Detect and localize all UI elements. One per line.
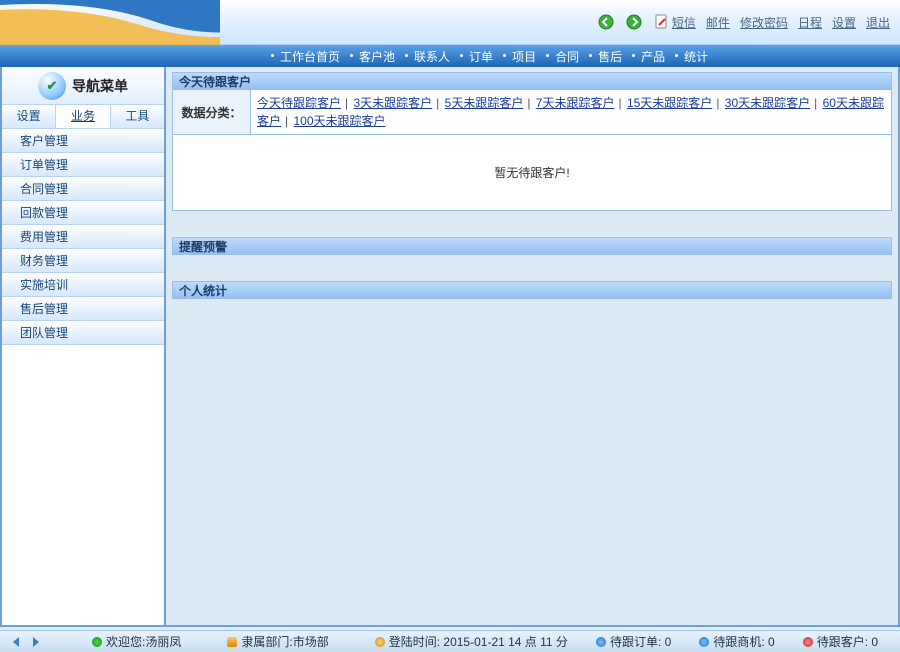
menu-projects[interactable]: 项目	[512, 48, 536, 65]
sidebar-item-training[interactable]: 实施培训	[2, 273, 164, 297]
top-icons	[598, 14, 670, 30]
status-bar: 欢迎您: 汤丽凤 隶属部门: 市场部 登陆时间: 2015-01-21 14 点…	[0, 630, 900, 652]
sidebar-item-team[interactable]: 团队管理	[2, 321, 164, 345]
filter-label: 数据分类：	[173, 90, 251, 134]
top-link-mail[interactable]: 邮件	[706, 14, 730, 31]
tab-business[interactable]: 业务	[56, 105, 110, 128]
app-icon: ✔	[38, 72, 66, 100]
login-time: 2015-01-21 14 点 11 分	[443, 633, 568, 650]
sidebar-list: 客户管理 订单管理 合同管理 回款管理 费用管理 财务管理 实施培训 售后管理 …	[2, 129, 164, 625]
history-arrows	[0, 635, 52, 649]
filter-100day[interactable]: 100天未跟踪客户	[293, 114, 385, 128]
sidebar-logo: ✔ 导航菜单	[2, 67, 164, 105]
history-forward-icon[interactable]	[28, 635, 42, 649]
menu-orders[interactable]: 订单	[469, 48, 493, 65]
menu-stats[interactable]: 统计	[684, 48, 708, 65]
sidebar-item-finance[interactable]: 财务管理	[2, 249, 164, 273]
sidebar-item-expense[interactable]: 费用管理	[2, 225, 164, 249]
nav-forward-icon[interactable]	[626, 14, 642, 30]
sidebar-item-order[interactable]: 订单管理	[2, 153, 164, 177]
filter-7day[interactable]: 7天未跟踪客户	[536, 96, 615, 110]
tab-tools[interactable]: 工具	[111, 105, 164, 128]
section-today-follow: 今天待跟客户	[172, 72, 892, 90]
sidebar-item-payment[interactable]: 回款管理	[2, 201, 164, 225]
menu-products[interactable]: 产品	[641, 48, 665, 65]
today-follow-empty: 暂无待跟客户!	[172, 135, 892, 211]
top-link-sms[interactable]: 短信	[672, 14, 696, 31]
pending-orders: 0	[665, 635, 672, 649]
section-personal-stats: 个人统计	[172, 281, 892, 299]
sidebar: ✔ 导航菜单 设置 业务 工具 客户管理 订单管理 合同管理 回款管理 费用管理…	[2, 67, 166, 625]
filter-today[interactable]: 今天待跟踪客户	[257, 96, 341, 110]
filter-30day[interactable]: 30天未跟踪客户	[725, 96, 810, 110]
filter-box: 数据分类： 今天待跟踪客户| 3天未跟踪客户| 5天未跟踪客户| 7天未跟踪客户…	[172, 90, 892, 135]
nav-back-icon[interactable]	[598, 14, 614, 30]
filter-3day[interactable]: 3天未跟踪客户	[353, 96, 432, 110]
menu-home[interactable]: 工作台首页	[280, 48, 340, 65]
cust-icon	[803, 637, 813, 647]
top-link-pwd[interactable]: 修改密码	[740, 14, 788, 31]
dept-icon	[227, 637, 237, 647]
pending-opps: 0	[768, 635, 775, 649]
menu-aftersale[interactable]: 售后	[598, 48, 622, 65]
login-label: 登陆时间:	[389, 633, 440, 650]
tab-settings[interactable]: 设置	[2, 105, 56, 128]
clock-icon	[375, 637, 385, 647]
main-menu: 工作台首页 客户池 联系人 订单 项目 合同 售后 产品 统计	[0, 45, 900, 67]
opp-icon	[699, 637, 709, 647]
pending-cust: 0	[871, 635, 878, 649]
order-icon	[596, 637, 606, 647]
pending-cust-label: 待跟客户:	[817, 633, 868, 650]
menu-custpool[interactable]: 客户池	[359, 48, 395, 65]
sidebar-title: 导航菜单	[72, 76, 128, 96]
dept-label: 隶属部门:	[241, 633, 292, 650]
logo-swoosh	[0, 0, 220, 45]
sidebar-tabs: 设置 业务 工具	[2, 105, 164, 129]
menu-contacts[interactable]: 联系人	[414, 48, 450, 65]
top-links: 短信 邮件 修改密码 日程 设置 退出	[672, 14, 890, 31]
sidebar-item-aftersale[interactable]: 售后管理	[2, 297, 164, 321]
filter-5day[interactable]: 5天未跟踪客户	[445, 96, 524, 110]
top-link-exit[interactable]: 退出	[866, 14, 890, 31]
top-banner: 短信 邮件 修改密码 日程 设置 退出	[0, 0, 900, 45]
dept-value: 市场部	[293, 633, 329, 650]
top-link-settings[interactable]: 设置	[832, 14, 856, 31]
top-link-sched[interactable]: 日程	[798, 14, 822, 31]
nav-stop-icon[interactable]	[654, 14, 670, 30]
main-content: 今天待跟客户 数据分类： 今天待跟踪客户| 3天未跟踪客户| 5天未跟踪客户| …	[166, 67, 898, 625]
history-back-icon[interactable]	[10, 635, 24, 649]
status-dot-icon	[92, 637, 102, 647]
section-reminder: 提醒预警	[172, 237, 892, 255]
pending-orders-label: 待跟订单:	[610, 633, 661, 650]
menu-contracts[interactable]: 合同	[555, 48, 579, 65]
sidebar-item-contract[interactable]: 合同管理	[2, 177, 164, 201]
filter-links: 今天待跟踪客户| 3天未跟踪客户| 5天未跟踪客户| 7天未跟踪客户| 15天未…	[251, 90, 891, 134]
welcome-label: 欢迎您:	[106, 633, 145, 650]
pending-opps-label: 待跟商机:	[713, 633, 764, 650]
sidebar-item-customer[interactable]: 客户管理	[2, 129, 164, 153]
filter-15day[interactable]: 15天未跟踪客户	[627, 96, 712, 110]
welcome-user: 汤丽凤	[145, 633, 181, 650]
